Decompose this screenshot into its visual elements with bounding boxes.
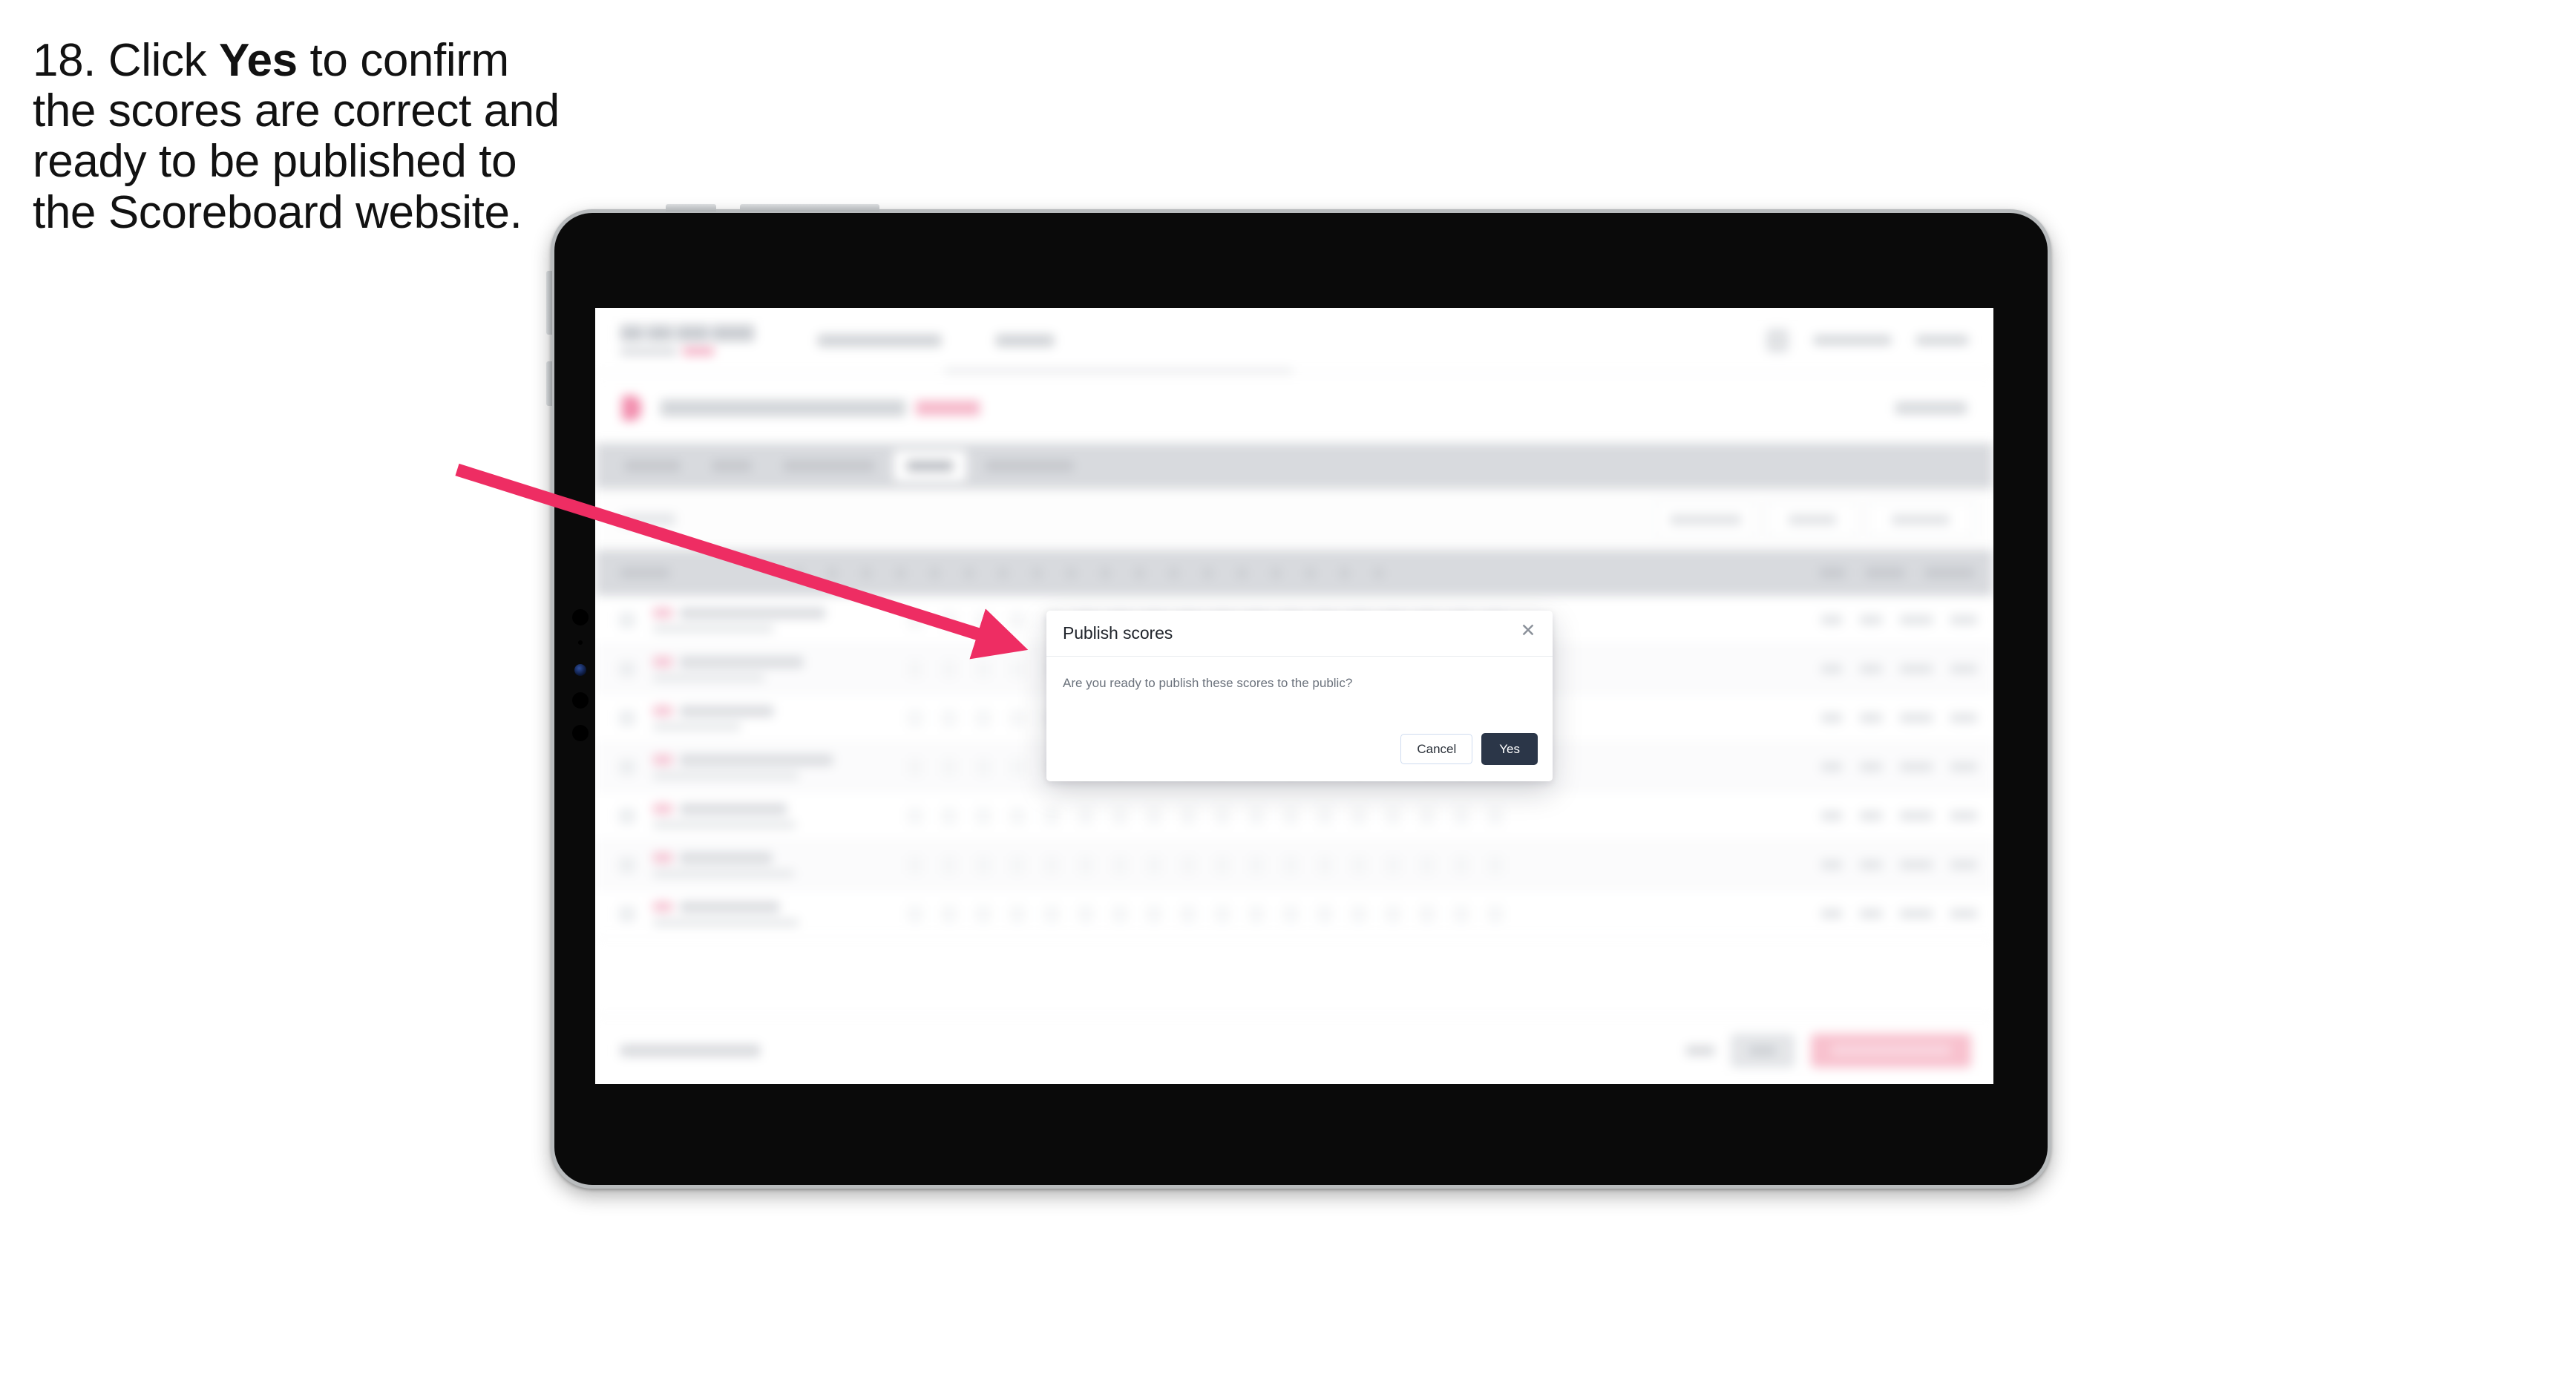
close-icon[interactable]: ✕ [1517, 620, 1539, 642]
dialog-title: Publish scores [1063, 623, 1173, 643]
country-flag-icon [653, 706, 672, 716]
screenshot-canvas: 18. Click Yes to confirm the scores are … [0, 0, 2576, 1386]
footer-publish-button[interactable] [1811, 1033, 1971, 1068]
country-flag-icon [653, 901, 672, 912]
yes-button[interactable]: Yes [1481, 733, 1538, 765]
filter-select-2[interactable] [1768, 503, 1857, 536]
player-cell [653, 803, 898, 829]
column-headers-holes [781, 568, 1395, 578]
page-title-action[interactable] [1895, 402, 1967, 414]
tab-leaderboard[interactable] [972, 450, 1087, 482]
country-flag-icon [653, 755, 672, 765]
score-cells [898, 807, 1513, 825]
table-row[interactable] [595, 890, 1993, 939]
player-cell [653, 656, 898, 682]
filter-select-3[interactable] [1869, 503, 1973, 536]
publish-scores-dialog: Publish scores ✕ Are you ready to publis… [1046, 611, 1553, 781]
dialog-header: Publish scores ✕ [1046, 611, 1553, 657]
tablet-device: Publish scores ✕ Are you ready to publis… [546, 204, 2051, 1189]
footer-save-button[interactable] [1731, 1033, 1795, 1068]
logo-subtitle-text [620, 347, 677, 355]
row-totals [1821, 860, 1977, 870]
row-totals [1821, 811, 1977, 821]
sensor-dot-icon [572, 692, 589, 709]
row-checkbox[interactable] [619, 905, 635, 922]
country-flag-icon [653, 657, 672, 667]
player-cell [653, 607, 898, 633]
row-totals [1821, 762, 1977, 772]
logo-subtitle [620, 347, 754, 355]
page-title-tag [916, 401, 980, 416]
country-flag-icon [653, 608, 672, 618]
tab-bar [595, 443, 1993, 489]
footer-actions [1686, 1033, 1971, 1068]
volume-buttons[interactable] [740, 204, 879, 211]
app-nav [818, 334, 1054, 346]
logo-accent-chip [683, 347, 714, 355]
row-checkbox[interactable] [619, 758, 635, 775]
front-camera-icon [572, 609, 589, 625]
column-headers-totals [1820, 568, 1974, 578]
footer-status-text [620, 1044, 760, 1057]
side-button-lower[interactable] [546, 361, 552, 406]
user-name-label [1814, 335, 1891, 345]
nav-active-underline [944, 369, 1293, 372]
country-flag-icon [653, 853, 672, 863]
row-checkbox[interactable] [619, 709, 635, 726]
column-header-player [620, 568, 669, 578]
microphone-icon [572, 725, 589, 741]
app-logo[interactable] [620, 325, 754, 355]
page-title-row [595, 374, 1993, 442]
row-checkbox[interactable] [619, 611, 635, 628]
table-row[interactable] [595, 841, 1993, 890]
filter-bar [595, 489, 1993, 550]
page-title [661, 400, 905, 416]
dialog-actions: Cancel Yes [1400, 733, 1538, 765]
instruction-text: 18. Click Yes to confirm the scores are … [33, 35, 567, 238]
row-totals [1821, 664, 1977, 674]
player-cell [653, 705, 898, 731]
row-totals [1821, 909, 1977, 919]
row-totals [1821, 713, 1977, 723]
dialog-message: Are you ready to publish these scores to… [1063, 676, 1353, 690]
event-badge-icon [622, 395, 641, 421]
ambient-sensor-icon [578, 640, 583, 645]
power-button[interactable] [666, 204, 716, 211]
row-checkbox[interactable] [619, 807, 635, 824]
tab-teams[interactable] [699, 450, 764, 482]
tab-results[interactable] [894, 450, 966, 482]
player-cell [653, 901, 898, 927]
scores-table-header [595, 550, 1993, 596]
instruction-text-before: Click [108, 35, 207, 86]
nav-item-events[interactable] [996, 334, 1054, 346]
score-cells [898, 904, 1513, 923]
instruction-step-number: 18. [33, 35, 96, 86]
side-button-upper[interactable] [546, 271, 552, 335]
app-footer [595, 1016, 1993, 1084]
lens-sensor-icon [574, 664, 586, 676]
row-checkbox[interactable] [619, 856, 635, 873]
instruction-emphasis: Yes [218, 35, 298, 86]
row-checkbox[interactable] [619, 660, 635, 677]
tab-details[interactable] [612, 450, 693, 482]
sign-out-link[interactable] [1916, 335, 1968, 345]
player-cell [653, 852, 898, 878]
table-row[interactable] [595, 792, 1993, 841]
filter-select-1[interactable] [1655, 503, 1756, 536]
tab-course-setup[interactable] [770, 450, 888, 482]
app-header [595, 308, 1993, 373]
search-input[interactable] [620, 513, 675, 525]
header-right [1766, 328, 1968, 352]
filter-controls [1655, 503, 1973, 536]
device-screen: Publish scores ✕ Are you ready to publis… [595, 308, 1993, 1084]
cancel-button[interactable]: Cancel [1400, 734, 1473, 764]
row-totals [1821, 615, 1977, 625]
player-cell [653, 754, 898, 780]
footer-cancel-link[interactable] [1686, 1045, 1714, 1056]
nav-item-tournaments[interactable] [818, 334, 941, 346]
score-cells [898, 855, 1513, 874]
logo-wordmark-icon [620, 325, 754, 341]
country-flag-icon [653, 804, 672, 814]
avatar[interactable] [1766, 328, 1789, 352]
